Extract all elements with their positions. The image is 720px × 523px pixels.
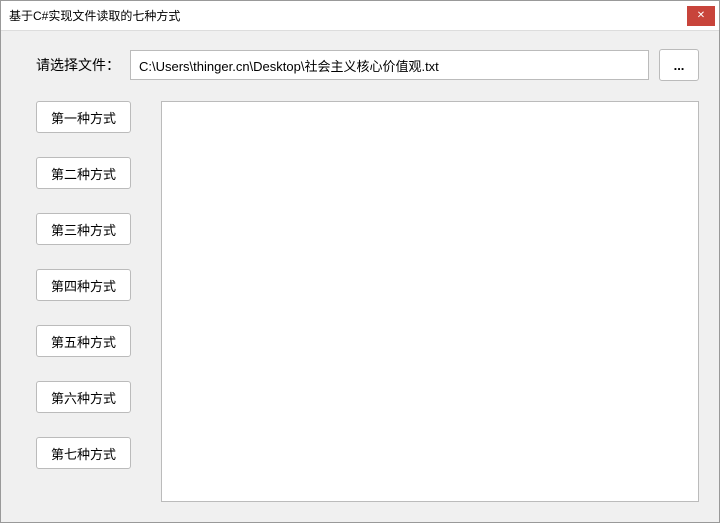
method-button-1[interactable]: 第一种方式 — [36, 101, 131, 133]
method-button-label: 第三种方式 — [51, 220, 116, 239]
method-button-label: 第二种方式 — [51, 164, 116, 183]
method-button-3[interactable]: 第三种方式 — [36, 213, 131, 245]
file-selector-row: 请选择文件： ... — [21, 49, 699, 81]
method-button-7[interactable]: 第七种方式 — [36, 437, 131, 469]
file-label: 请选择文件： — [36, 55, 120, 75]
output-textarea[interactable] — [161, 101, 699, 502]
method-button-5[interactable]: 第五种方式 — [36, 325, 131, 357]
ellipsis-icon: ... — [674, 58, 685, 73]
close-icon: ✕ — [697, 11, 705, 21]
title-bar: 基于C#实现文件读取的七种方式 ✕ — [1, 1, 719, 31]
method-button-label: 第五种方式 — [51, 332, 116, 351]
method-button-column: 第一种方式 第二种方式 第三种方式 第四种方式 第五种方式 第六种方式 第七种方… — [36, 101, 131, 502]
method-button-label: 第一种方式 — [51, 108, 116, 127]
method-button-label: 第四种方式 — [51, 276, 116, 295]
method-button-4[interactable]: 第四种方式 — [36, 269, 131, 301]
window-title: 基于C#实现文件读取的七种方式 — [9, 7, 180, 24]
file-path-input[interactable] — [130, 50, 649, 80]
content-panel: 请选择文件： ... 第一种方式 第二种方式 第三种方式 第四种方式 第五种方式… — [1, 31, 719, 522]
method-button-label: 第六种方式 — [51, 388, 116, 407]
method-button-label: 第七种方式 — [51, 444, 116, 463]
method-button-2[interactable]: 第二种方式 — [36, 157, 131, 189]
method-button-6[interactable]: 第六种方式 — [36, 381, 131, 413]
close-button[interactable]: ✕ — [687, 6, 715, 26]
browse-button[interactable]: ... — [659, 49, 699, 81]
app-window: 基于C#实现文件读取的七种方式 ✕ 请选择文件： ... 第一种方式 第二种方式… — [0, 0, 720, 523]
main-area: 第一种方式 第二种方式 第三种方式 第四种方式 第五种方式 第六种方式 第七种方… — [21, 101, 699, 502]
